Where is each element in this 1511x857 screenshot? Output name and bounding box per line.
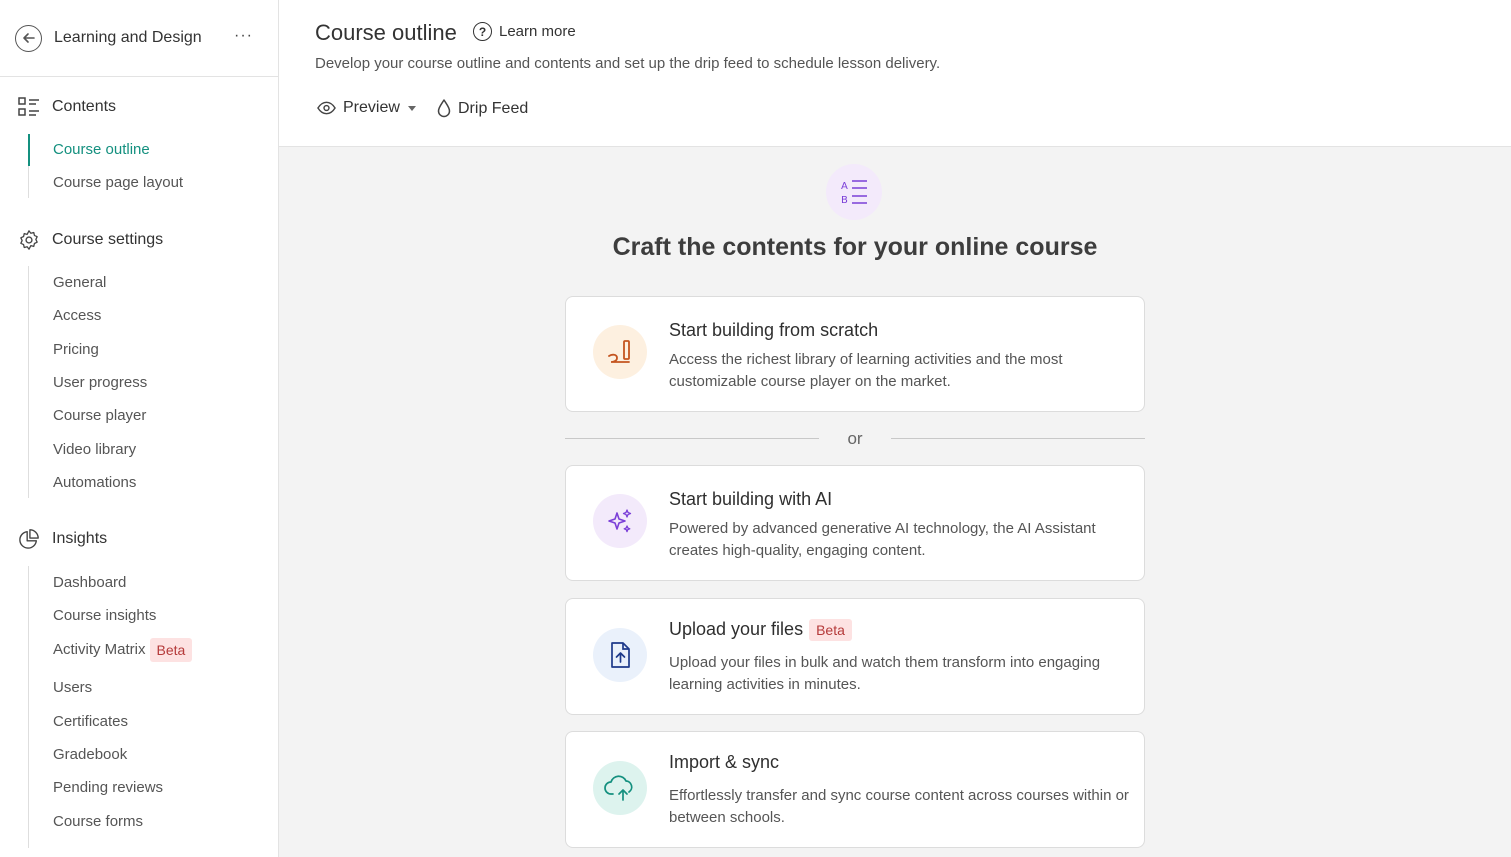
- arrow-left-icon: [22, 33, 35, 43]
- nav-course-forms[interactable]: Course forms: [53, 813, 143, 830]
- nav-course-player[interactable]: Course player: [53, 407, 146, 424]
- nav-course-page-layout[interactable]: Course page layout: [53, 174, 183, 191]
- svg-text:B: B: [841, 195, 848, 206]
- svg-text:A: A: [841, 181, 848, 192]
- beta-badge: Beta: [149, 638, 193, 662]
- sparkle-icon: [608, 509, 632, 533]
- card-icon-wrap: [593, 325, 647, 379]
- nav-video-library[interactable]: Video library: [53, 441, 136, 458]
- card-title-label: Upload your files: [669, 619, 804, 639]
- chevron-down-icon: [407, 105, 416, 111]
- section-course-settings[interactable]: Course settings: [18, 229, 163, 251]
- card-upload-files[interactable]: Upload your files Beta Upload your files …: [565, 598, 1145, 715]
- gear-icon: [20, 230, 38, 250]
- card-import-sync[interactable]: Import & sync Effortlessly transfer and …: [565, 731, 1145, 848]
- section-course-settings-label: Course settings: [52, 231, 164, 248]
- file-upload-icon: [611, 642, 630, 668]
- card-title: Start building with AI: [669, 489, 833, 509]
- card-description: Effortlessly transfer and sync course co…: [669, 787, 1129, 826]
- card-icon-wrap: [593, 494, 647, 548]
- card-description: Upload your files in bulk and watch them…: [669, 654, 1101, 693]
- nav-course-outline[interactable]: Course outline: [53, 141, 150, 158]
- card-icon-wrap: [593, 761, 647, 815]
- hero-title: Craft the contents for your online cours…: [612, 233, 1098, 261]
- drip-feed-button[interactable]: Drip Feed: [437, 99, 528, 118]
- section-contents-label: Contents: [52, 98, 117, 115]
- help-icon: ?: [473, 22, 492, 41]
- nav-gradebook[interactable]: Gradebook: [53, 746, 127, 763]
- beta-badge: Beta: [809, 619, 852, 642]
- list-icon: [18, 97, 39, 116]
- card-build-from-scratch[interactable]: Start building from scratch Access the r…: [565, 296, 1145, 412]
- nav-dashboard[interactable]: Dashboard: [53, 574, 126, 591]
- card-title: Import & sync: [669, 752, 780, 772]
- divider-line: [891, 438, 1145, 439]
- page-header: Course outline ? Learn more Develop your…: [279, 0, 1511, 147]
- nav-pricing[interactable]: Pricing: [53, 341, 99, 358]
- tree-line: [28, 266, 29, 498]
- drip-feed-label: Drip Feed: [458, 99, 529, 117]
- card-description: Powered by advanced generative AI techno…: [669, 520, 1096, 559]
- page-title: Course outline: [315, 20, 457, 45]
- main-content: A B Craft the contents for your online c…: [279, 147, 1511, 857]
- nav-user-progress[interactable]: User progress: [53, 374, 147, 391]
- back-button[interactable]: [15, 24, 42, 52]
- hero-icon-wrap: A B: [826, 164, 882, 220]
- sidebar-header: Learning and Design ···: [0, 0, 278, 77]
- learn-more-label: Learn more: [499, 23, 576, 40]
- learn-more-link[interactable]: ? Learn more: [473, 22, 576, 41]
- nav-users[interactable]: Users: [53, 679, 92, 696]
- section-contents[interactable]: Contents: [18, 96, 116, 118]
- nav-certificates[interactable]: Certificates: [53, 713, 128, 730]
- sidebar: Learning and Design ··· Contents Course …: [0, 0, 279, 857]
- eye-icon: [317, 101, 336, 115]
- preview-label: Preview: [343, 99, 400, 116]
- card-build-with-ai[interactable]: Start building with AI Powered by advanc…: [565, 465, 1145, 581]
- nav-automations[interactable]: Automations: [53, 474, 136, 491]
- more-options-button[interactable]: ···: [234, 27, 253, 45]
- nav-pending-reviews[interactable]: Pending reviews: [53, 779, 163, 796]
- nav-activity-matrix[interactable]: Activity Matrix Beta: [53, 638, 193, 662]
- drop-icon: [437, 99, 451, 118]
- course-title: Learning and Design: [54, 29, 202, 46]
- card-title: Upload your files Beta: [669, 619, 852, 642]
- or-divider: or: [565, 429, 1145, 449]
- section-insights[interactable]: Insights: [18, 528, 107, 550]
- active-indicator: [28, 134, 30, 166]
- cloud-upload-icon: [604, 775, 633, 801]
- nav-access[interactable]: Access: [53, 307, 101, 324]
- card-title: Start building from scratch: [669, 320, 879, 340]
- ab-list-icon: A B: [841, 180, 867, 206]
- tree-line: [28, 566, 29, 848]
- pie-chart-icon: [19, 529, 39, 549]
- page-description: Develop your course outline and contents…: [315, 55, 941, 72]
- card-description: Access the richest library of learning a…: [669, 351, 1063, 390]
- preview-dropdown[interactable]: Preview: [317, 99, 416, 117]
- nav-general[interactable]: General: [53, 274, 106, 291]
- card-icon-wrap: [593, 628, 647, 682]
- section-insights-label: Insights: [52, 530, 108, 547]
- or-label: or: [847, 429, 863, 448]
- nav-activity-matrix-label: Activity Matrix: [53, 640, 146, 658]
- nav-course-insights[interactable]: Course insights: [53, 607, 156, 624]
- pencil-scratch-icon: [608, 340, 630, 363]
